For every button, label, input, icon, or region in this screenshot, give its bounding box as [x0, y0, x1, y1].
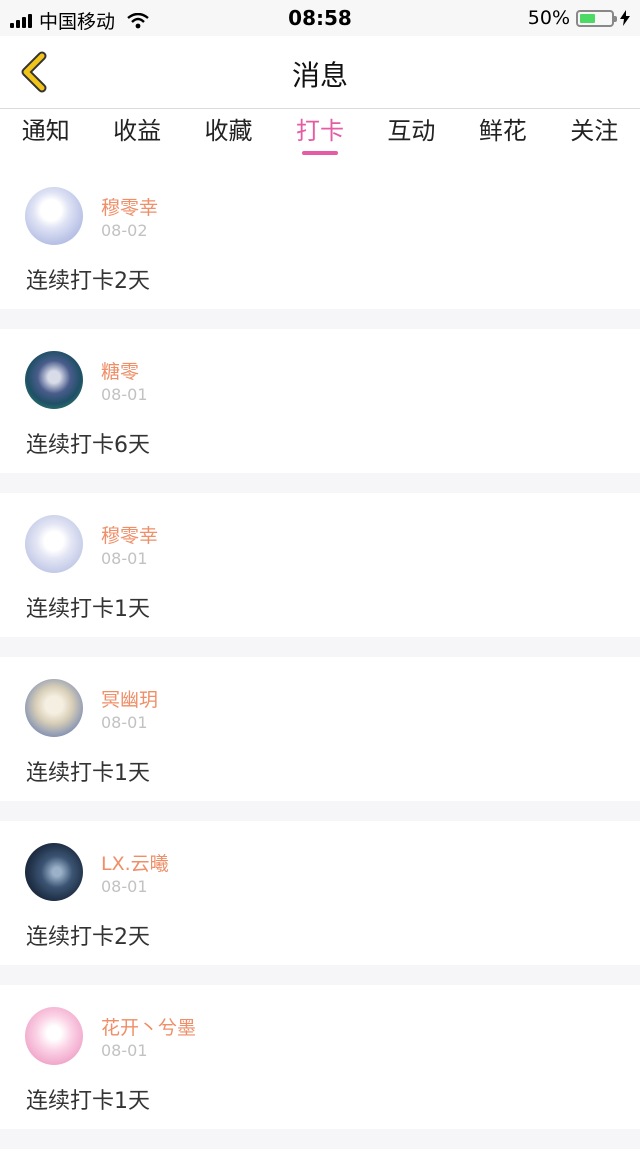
avatar[interactable] — [25, 351, 83, 409]
status-right: 50% — [528, 7, 630, 29]
avatar[interactable] — [25, 679, 83, 737]
tab-notifications[interactable]: 通知 — [0, 109, 91, 165]
message-date: 08-01 — [101, 549, 148, 568]
avatar[interactable] — [25, 515, 83, 573]
avatar[interactable] — [25, 843, 83, 901]
list-item[interactable]: 花开丶兮墨 08-01 连续打卡1天 — [0, 985, 640, 1129]
tab-label: 互动 — [387, 117, 436, 145]
list-item[interactable]: 穆零幸 08-02 连续打卡2天 — [0, 165, 640, 309]
message-date: 08-01 — [101, 1041, 148, 1060]
avatar[interactable] — [25, 1007, 83, 1065]
active-tab-indicator — [301, 151, 338, 155]
list-item[interactable]: LX.云曦 08-01 连续打卡2天 — [0, 821, 640, 965]
user-name[interactable]: 穆零幸 — [101, 521, 158, 548]
tab-label: 收藏 — [204, 117, 253, 145]
chevron-left-icon — [21, 51, 47, 93]
message-date: 08-01 — [101, 385, 148, 404]
list-item[interactable]: 穆零幸 08-01 连续打卡1天 — [0, 493, 640, 637]
back-button[interactable] — [14, 50, 58, 94]
message-date: 08-01 — [101, 877, 148, 896]
message-text: 连续打卡2天 — [26, 925, 150, 950]
battery-icon — [576, 9, 617, 27]
avatar[interactable] — [25, 187, 83, 245]
list-item[interactable]: 冥幽玥 08-01 连续打卡1天 — [0, 657, 640, 801]
tab-checkin[interactable]: 打卡 — [274, 109, 365, 165]
message-date: 08-02 — [101, 221, 148, 240]
message-text: 连续打卡6天 — [26, 433, 150, 458]
tab-flowers[interactable]: 鲜花 — [457, 109, 548, 165]
list-item[interactable]: 糖零 08-01 连续打卡6天 — [0, 329, 640, 473]
tab-interactions[interactable]: 互动 — [366, 109, 457, 165]
message-text: 连续打卡1天 — [26, 597, 150, 622]
tab-bar: 通知 收益 收藏 打卡 互动 鲜花 关注 — [0, 109, 640, 165]
user-name[interactable]: 花开丶兮墨 — [101, 1013, 196, 1040]
tab-label: 收益 — [113, 117, 162, 145]
tab-label: 打卡 — [295, 117, 344, 145]
user-name[interactable]: 糖零 — [101, 357, 139, 384]
checkin-feed: 穆零幸 08-02 连续打卡2天 糖零 08-01 连续打卡6天 穆零幸 08-… — [0, 165, 640, 1149]
tab-follows[interactable]: 关注 — [549, 109, 640, 165]
user-name[interactable]: LX.云曦 — [101, 849, 169, 876]
charging-bolt-icon — [620, 10, 630, 26]
tab-label: 鲜花 — [478, 117, 527, 145]
nav-bar: 消息 — [0, 36, 640, 109]
message-date: 08-01 — [101, 713, 148, 732]
page-title: 消息 — [291, 59, 348, 92]
user-name[interactable]: 冥幽玥 — [101, 685, 158, 712]
tab-label: 通知 — [21, 117, 70, 145]
status-bar: 中国移动 08:58 50% — [0, 0, 640, 36]
tab-favorites[interactable]: 收藏 — [183, 109, 274, 165]
message-text: 连续打卡1天 — [26, 761, 150, 786]
message-text: 连续打卡2天 — [26, 269, 150, 294]
battery-percent: 50% — [527, 7, 570, 29]
message-text: 连续打卡1天 — [26, 1089, 150, 1114]
tab-earnings[interactable]: 收益 — [91, 109, 182, 165]
user-name[interactable]: 穆零幸 — [101, 193, 158, 220]
tab-label: 关注 — [570, 117, 619, 145]
